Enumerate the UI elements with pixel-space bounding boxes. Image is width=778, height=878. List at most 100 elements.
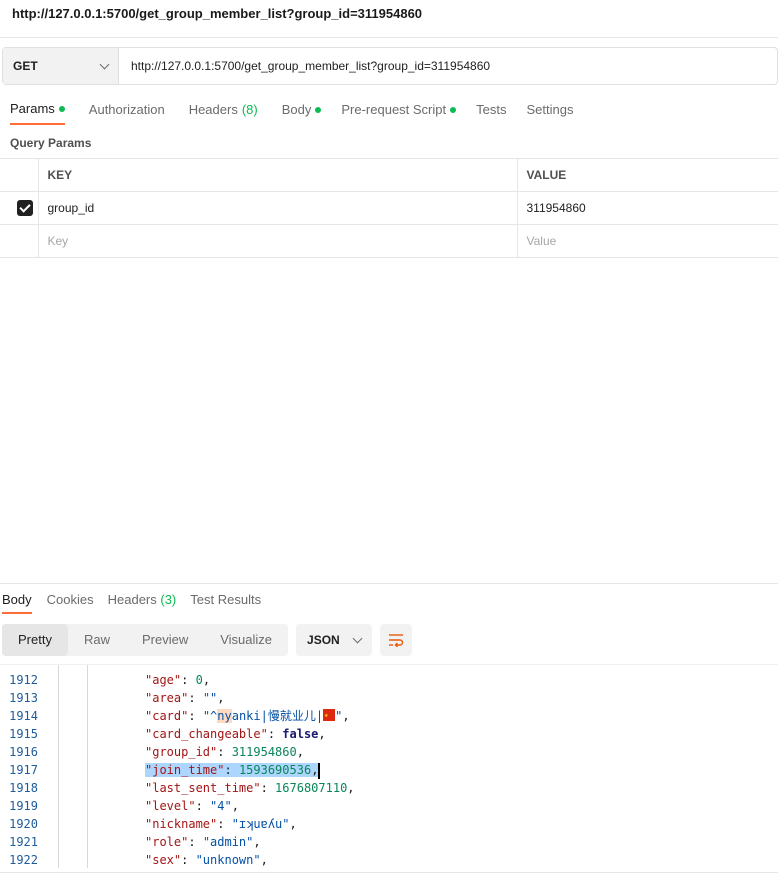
response-tab-test-results[interactable]: Test Results	[183, 588, 268, 614]
china-flag-icon	[323, 706, 336, 724]
json-value: anki|慢就业儿|	[231, 709, 324, 723]
tab-tests[interactable]: Tests	[466, 95, 516, 125]
response-view-bar: Pretty Raw Preview Visualize JSON	[2, 624, 413, 656]
status-dot	[315, 107, 322, 113]
code-text: "area": "",	[145, 689, 225, 707]
json-punct: :	[181, 853, 196, 867]
json-punct: ,	[202, 673, 211, 687]
tab-settings-label: Settings	[526, 102, 574, 117]
line-number: 1919	[9, 799, 38, 813]
response-tabs: Body Cookies Headers (3) Test Results	[0, 588, 268, 616]
response-tab-body[interactable]: Body	[2, 588, 32, 614]
json-key: "sex"	[145, 853, 182, 867]
col-value-header: VALUE	[517, 158, 778, 192]
row-check-cell	[0, 191, 39, 225]
json-value: 311954860	[231, 745, 297, 759]
params-table: KEY VALUE group_id 311954860 Key Value	[0, 158, 778, 258]
response-headers-count: (3)	[160, 592, 177, 607]
view-raw[interactable]: Raw	[68, 624, 126, 656]
tab-settings[interactable]: Settings	[516, 95, 583, 125]
json-value: "4"	[210, 799, 232, 813]
tab-headers[interactable]: Headers (8)	[179, 95, 268, 125]
view-pretty[interactable]: Pretty	[2, 624, 68, 656]
code-line: 1916 "group_id": 311954860,	[0, 743, 778, 761]
code-line: 1917 "join_time": 1593690536,	[0, 761, 778, 779]
tab-params[interactable]: Params	[10, 95, 65, 125]
divider	[0, 37, 778, 38]
line-number: 1913	[9, 691, 38, 705]
text-cursor	[318, 762, 321, 779]
json-value: "admin"	[202, 835, 254, 849]
tab-body[interactable]: Body	[272, 95, 332, 125]
response-body-code[interactable]: 1912 "age": 0, 1913 "area": "", 1914 "card": …	[0, 664, 778, 868]
method-select[interactable]: GET	[3, 48, 119, 84]
code-line: 1918 "last_sent_time": 1676807110,	[0, 779, 778, 797]
json-punct: ,	[311, 763, 319, 777]
code-line: 1912 "age": 0,	[0, 671, 778, 689]
tab-authorization[interactable]: Authorization	[79, 95, 175, 125]
json-value: 1676807110	[275, 781, 348, 795]
format-select[interactable]: JSON	[296, 624, 373, 656]
json-punct: ,	[318, 727, 326, 741]
key-placeholder[interactable]: Key	[38, 224, 518, 258]
status-dot	[450, 107, 457, 113]
json-punct: ,	[347, 781, 355, 795]
tab-body-label: Body	[281, 102, 312, 117]
json-key: "area"	[145, 691, 189, 705]
method-label: GET	[13, 59, 38, 73]
param-value-cell[interactable]: 311954860	[517, 191, 778, 225]
tab-prerequest-label: Pre-request Script	[341, 102, 447, 117]
line-number: 1918	[9, 781, 38, 795]
json-punct: :	[267, 727, 283, 741]
json-key: "age"	[145, 673, 182, 687]
code-text: "last_sent_time": 1676807110,	[145, 779, 355, 797]
code-text: "card": "^nyanki|慢就业儿|",	[145, 706, 350, 725]
line-number: 1922	[9, 853, 38, 867]
param-key-cell[interactable]: group_id	[38, 191, 518, 225]
code-text: "sex": "unknown",	[145, 851, 268, 868]
row-checkbox[interactable]	[17, 200, 33, 216]
json-punct: :	[224, 763, 239, 777]
tab-tests-label: Tests	[476, 102, 507, 117]
col-key-header: KEY	[38, 158, 518, 192]
code-text: "group_id": 311954860,	[145, 743, 304, 761]
code-text: "level": "4",	[145, 797, 239, 815]
json-value: "^	[202, 709, 218, 723]
json-punct: ,	[260, 853, 268, 867]
view-preview[interactable]: Preview	[126, 624, 204, 656]
line-number: 1912	[9, 673, 38, 687]
code-line: 1915 "card_changeable": false,	[0, 725, 778, 743]
query-params-heading: Query Params	[10, 136, 92, 150]
code-line: 1922 "sex": "unknown",	[0, 851, 778, 868]
chevron-down-icon	[352, 633, 363, 643]
request-tabs: Params Authorization Headers (8) Body Pre…	[0, 95, 583, 127]
json-value: 1593690536	[238, 763, 312, 777]
json-punct: :	[217, 817, 232, 831]
json-value: "ɪʞuɐʎu"	[231, 817, 290, 831]
tab-authorization-label: Authorization	[88, 102, 165, 117]
header-check-cell	[0, 158, 39, 192]
view-visualize[interactable]: Visualize	[204, 624, 288, 656]
request-title[interactable]: http://127.0.0.1:5700/get_group_member_l…	[12, 6, 422, 21]
json-punct: :	[188, 691, 203, 705]
response-divider	[0, 583, 778, 584]
wrap-lines-button[interactable]	[380, 624, 413, 656]
json-punct: :	[217, 745, 232, 759]
line-number: 1915	[9, 727, 38, 741]
wrap-lines-icon	[389, 634, 404, 647]
json-punct: :	[260, 781, 276, 795]
tab-prerequest-script[interactable]: Pre-request Script	[331, 95, 466, 125]
code-line: 1921 "role": "admin",	[0, 833, 778, 851]
code-line: 1919 "level": "4",	[0, 797, 778, 815]
selected-text: "join_time": 1593690536,	[145, 763, 319, 777]
json-punct: ,	[296, 745, 304, 759]
code-text: "join_time": 1593690536,	[145, 761, 321, 779]
code-text: "role": "admin",	[145, 833, 261, 851]
response-tab-cookies[interactable]: Cookies	[40, 588, 101, 614]
json-key: "role"	[145, 835, 189, 849]
response-tab-headers[interactable]: Headers (3)	[101, 588, 184, 614]
json-value-highlight: ny	[217, 709, 232, 723]
json-punct: :	[195, 799, 211, 813]
value-placeholder[interactable]: Value	[517, 224, 778, 258]
url-input[interactable]	[119, 48, 777, 84]
